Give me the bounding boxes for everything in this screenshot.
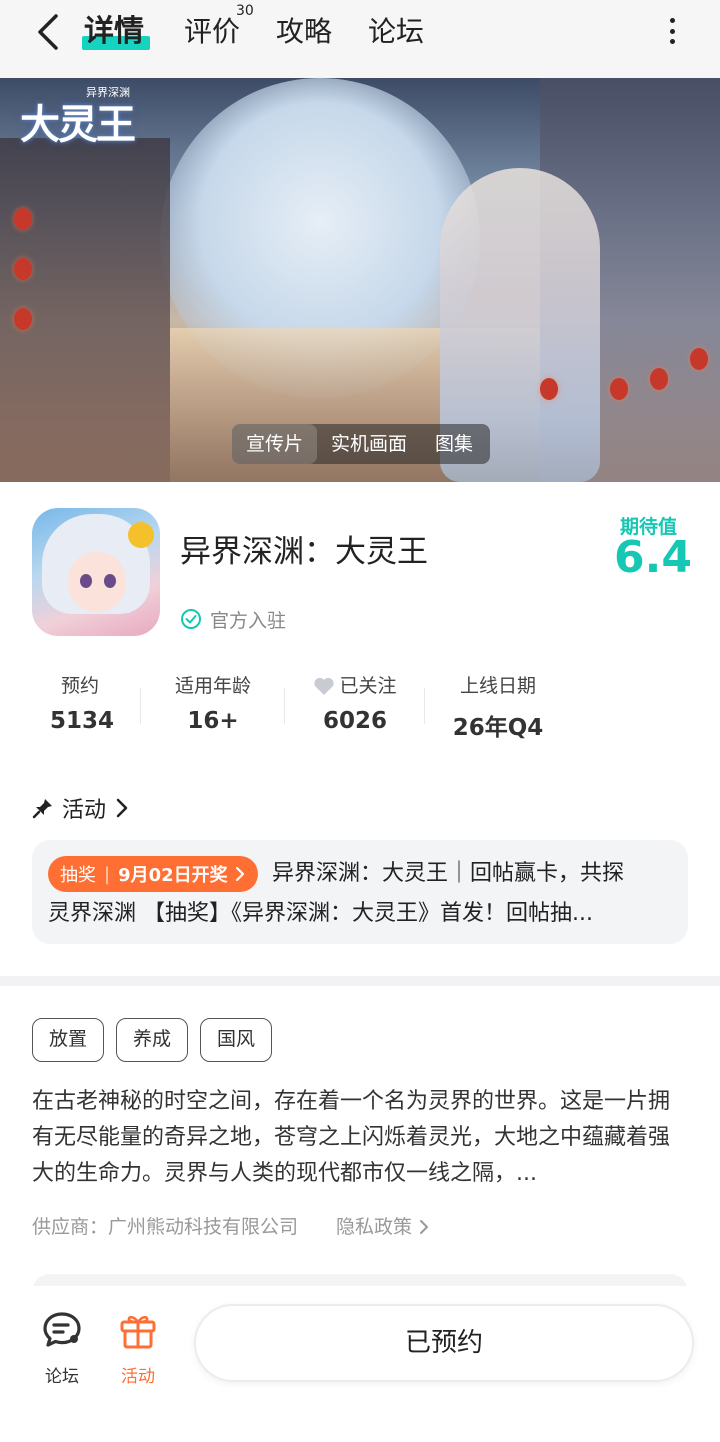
forum-icon — [43, 1312, 81, 1347]
game-logo: 大灵王 — [20, 102, 136, 148]
pin-icon — [32, 799, 52, 819]
back-icon[interactable] — [30, 12, 66, 52]
lantern-icon — [14, 208, 32, 230]
stat-followers[interactable]: 已关注 6026 — [310, 672, 400, 734]
chevron-right-icon — [116, 798, 128, 818]
gift-icon — [120, 1315, 156, 1349]
chevron-right-icon — [235, 866, 244, 882]
activity-text-line2: 灵界深渊 【抽奖】《异界深渊：大灵王》首发！回帖抽... — [48, 901, 593, 926]
section-divider — [0, 976, 720, 986]
tab-guides[interactable]: 攻略 — [276, 12, 332, 52]
stat-divider — [140, 688, 141, 724]
lantern-icon — [690, 348, 708, 370]
tag-idle[interactable]: 放置 — [32, 1018, 105, 1062]
chevron-right-icon — [420, 1220, 429, 1234]
lantern-icon — [610, 378, 628, 400]
lottery-badge[interactable]: 抽奖 | 9月02日开奖 — [48, 856, 258, 892]
privacy-policy-link[interactable]: 隐私政策 — [336, 1210, 430, 1244]
tag-nurture[interactable]: 养成 — [116, 1018, 189, 1062]
tag-chinese-style[interactable]: 国风 — [200, 1018, 273, 1062]
tab-forum[interactable]: 论坛 — [368, 12, 424, 52]
more-icon[interactable] — [660, 14, 684, 48]
lantern-icon — [650, 368, 668, 390]
top-nav: 详情 评价 30 攻略 论坛 — [0, 0, 720, 78]
stat-reservations: 预约 5134 — [50, 675, 115, 734]
media-tab-gallery[interactable]: 图集 — [421, 424, 487, 464]
forum-label: 论坛 — [45, 1367, 79, 1387]
media-tab-trailer[interactable]: 宣传片 — [232, 424, 318, 464]
stat-divider — [284, 688, 285, 724]
activity-header[interactable]: 活动 — [32, 792, 130, 824]
lantern-icon — [14, 258, 32, 280]
app-icon — [32, 508, 160, 636]
bottom-activity-button[interactable]: 活动 — [108, 1308, 168, 1387]
official-label: 官方入驻 — [210, 609, 287, 632]
heart-icon — [314, 677, 335, 695]
lantern-icon — [540, 378, 558, 400]
media-tabs: 宣传片 实机画面 图集 — [232, 424, 490, 464]
expect-score: 6.4 — [614, 532, 692, 583]
tab-reviews[interactable]: 评价 — [184, 12, 240, 52]
reserved-button[interactable]: 已预约 — [194, 1304, 694, 1382]
activity-label: 活动 — [121, 1367, 155, 1387]
tab-details[interactable]: 详情 — [84, 12, 144, 52]
supplier-info: 供应商：广州熊动科技有限公司 — [32, 1216, 299, 1238]
game-description[interactable]: 在古老神秘的时空之间，存在着一个名为灵界的世界。这是一片拥有无尽能量的奇异之地，… — [32, 1084, 688, 1192]
media-tab-gameplay[interactable]: 实机画面 — [317, 424, 421, 464]
stat-divider — [424, 688, 425, 724]
bottom-forum-button[interactable]: 论坛 — [32, 1308, 92, 1387]
lottery-type: 抽奖 — [60, 865, 96, 886]
activity-title: 活动 — [62, 798, 107, 823]
activity-text-line1: 异界深渊：大灵王｜回帖赢卡，共探 — [272, 861, 625, 886]
game-title: 异界深渊：大灵王 — [180, 534, 428, 570]
stat-launch-date: 上线日期 26年Q4 — [452, 675, 544, 741]
promo-banner[interactable]: 异界深渊 大灵王 宣传片 实机画面 图集 — [0, 78, 720, 482]
lottery-date: 9月02日开奖 — [118, 865, 228, 886]
stat-age-rating: 适用年龄 16+ — [174, 675, 251, 734]
official-badge: 官方入驻 — [180, 604, 286, 634]
check-circle-icon — [181, 609, 201, 629]
review-count: 30 — [236, 3, 254, 19]
lantern-icon — [14, 308, 32, 330]
